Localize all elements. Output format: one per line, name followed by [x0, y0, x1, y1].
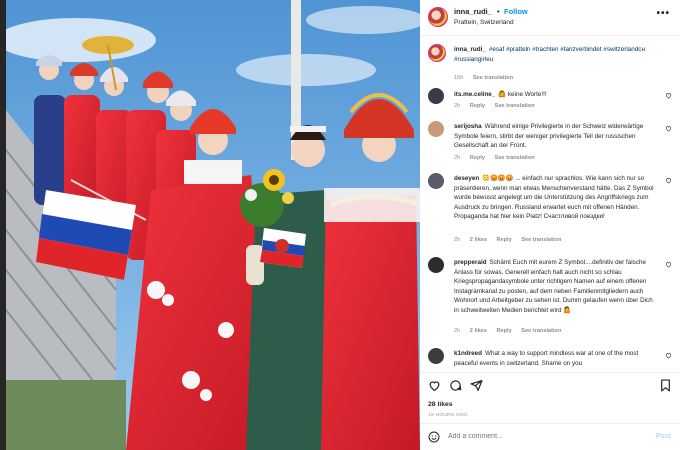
like-comment-heart-icon[interactable] [665, 352, 672, 359]
comment-meta: 2h Reply See translation [454, 155, 543, 161]
comments-list[interactable]: inna_rudi_ #esaf #pratteln #trachten #tan… [420, 37, 680, 367]
photo-illustration [6, 0, 420, 450]
commenter-avatar[interactable] [428, 257, 444, 273]
comment-text-block: its.me.celine_ 🙆 keine Worte!!! [454, 90, 654, 100]
comment-meta: 2h Reply See translation [454, 103, 543, 109]
comment-text-block: serijosha Während einige Privilegierte in… [454, 122, 654, 151]
comment-username[interactable]: prepperaid [454, 259, 487, 266]
see-translation-button[interactable]: See translation [495, 155, 535, 161]
comment-likes[interactable]: 2 likes [470, 328, 487, 334]
comment-username[interactable]: its.me.celine_ [454, 91, 495, 98]
comment-text: Schämt Euch mit eurem Z Symbol....defini… [454, 259, 653, 314]
like-comment-heart-icon[interactable] [665, 261, 672, 268]
see-translation-button[interactable]: See translation [521, 328, 561, 334]
caption-meta: 16h See translation [454, 75, 521, 81]
reply-button[interactable]: Reply [470, 103, 485, 109]
commenter-avatar[interactable] [428, 88, 444, 104]
post-detail-panel: inna_rudi_ • Follow Pratteln, Switzerlan… [420, 0, 680, 450]
like-comment-heart-icon[interactable] [665, 92, 672, 99]
reply-button[interactable]: Reply [496, 237, 511, 243]
follow-button[interactable]: Follow [504, 7, 528, 16]
see-translation-button[interactable]: See translation [495, 103, 535, 109]
like-comment-heart-icon[interactable] [665, 125, 672, 132]
author-username[interactable]: inna_rudi_ [454, 7, 492, 16]
commenter-avatar[interactable] [428, 121, 444, 137]
commenter-avatar[interactable] [428, 173, 444, 189]
reply-button[interactable]: Reply [470, 155, 485, 161]
post-location[interactable]: Pratteln, Switzerland [454, 19, 514, 26]
comment-username[interactable]: deseyen [454, 175, 479, 182]
comment-text-block: prepperaid Schämt Euch mit eurem Z Symbol… [454, 258, 654, 315]
like-count[interactable]: 28 likes [428, 401, 453, 408]
comment-time: 2h [454, 103, 461, 109]
comment-text: Während einige Privilegierte in der Schw… [454, 123, 644, 149]
comment-text: 😳😡😡😡 ... einfach nur sprachlos. Wie kann… [454, 175, 654, 220]
post-actions-bar [420, 372, 680, 392]
comment-time: 2h [454, 237, 461, 243]
comment-likes[interactable]: 2 likes [470, 237, 487, 243]
commenter-avatar[interactable] [428, 348, 444, 364]
author-avatar[interactable] [428, 7, 448, 27]
more-options-icon[interactable]: ••• [656, 8, 670, 19]
comment-username[interactable]: k1ndreed [454, 350, 482, 357]
post-timestamp: 16 HOURS AGO [428, 413, 468, 418]
smiley-icon[interactable] [428, 431, 440, 443]
post-photo[interactable] [6, 0, 420, 450]
post-header: inna_rudi_ • Follow Pratteln, Switzerlan… [420, 0, 680, 36]
caption-time: 16h [454, 75, 464, 81]
add-comment-bar: Post [420, 423, 680, 450]
post-comment-button[interactable]: Post [656, 433, 671, 440]
separator-dot: • [497, 7, 500, 16]
comment-text-block: k1ndreed What a way to support mindless w… [454, 349, 654, 367]
comment-text: 🙆 keine Worte!!! [498, 91, 547, 98]
comment-input[interactable] [448, 433, 638, 440]
comment-meta: 2h 2 likes Reply See translation [454, 328, 569, 334]
comment-icon[interactable] [449, 379, 462, 392]
comment-meta: 2h 2 likes Reply See translation [454, 237, 569, 243]
comment-time: 2h [454, 328, 461, 334]
caption-see-translation[interactable]: See translation [473, 75, 513, 81]
caption-avatar[interactable] [428, 44, 446, 62]
reply-button[interactable]: Reply [496, 328, 511, 334]
like-comment-heart-icon[interactable] [665, 177, 672, 184]
see-translation-button[interactable]: See translation [521, 237, 561, 243]
caption-text-block: inna_rudi_ #esaf #pratteln #trachten #tan… [454, 45, 654, 64]
caption-username[interactable]: inna_rudi_ [454, 46, 486, 53]
comment-time: 2h [454, 155, 461, 161]
bookmark-icon[interactable] [659, 379, 672, 392]
comment-text-block: deseyen 😳😡😡😡 ... einfach nur sprachlos. W… [454, 174, 654, 222]
comment-username[interactable]: serijosha [454, 123, 482, 130]
heart-icon[interactable] [428, 379, 441, 392]
share-icon[interactable] [470, 379, 483, 392]
